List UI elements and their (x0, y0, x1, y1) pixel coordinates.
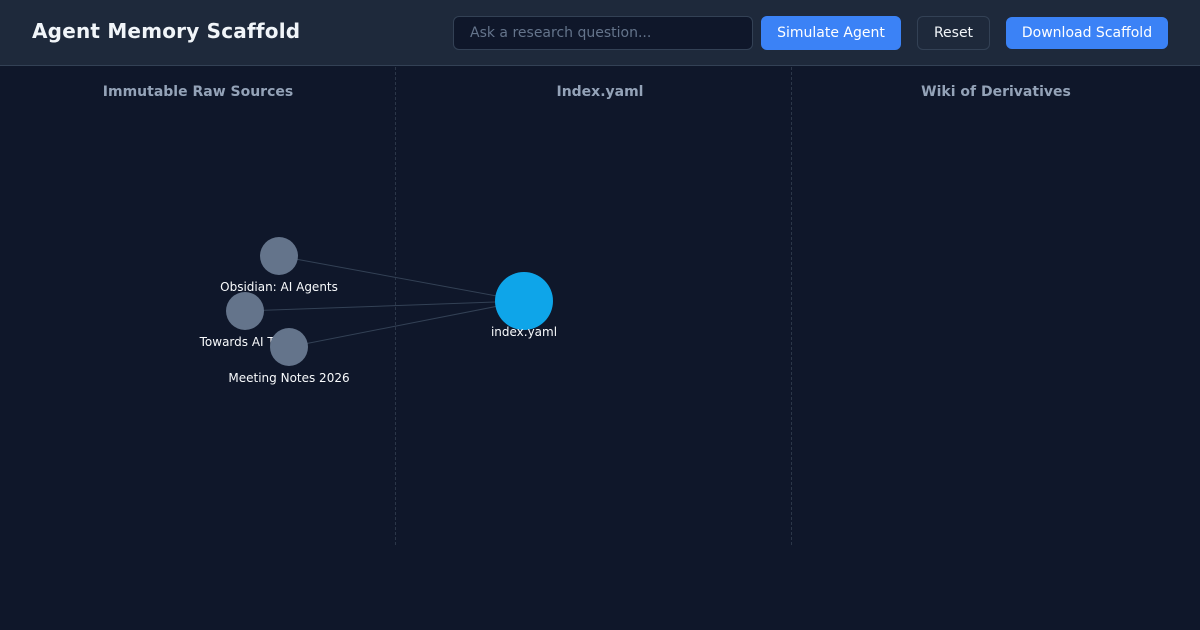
graph-node-index[interactable]: index.yaml (491, 272, 557, 339)
graph-node-label: index.yaml (491, 325, 557, 339)
graph-node-src1[interactable]: Obsidian: AI Agents (220, 237, 338, 294)
source-node-circle[interactable] (270, 328, 308, 366)
memory-graph: Obsidian: AI AgentsTowards AI TalkMeetin… (199, 237, 557, 385)
index-node-circle[interactable] (495, 272, 553, 330)
graph-nodes: Obsidian: AI AgentsTowards AI TalkMeetin… (199, 237, 557, 385)
graph-node-label: Obsidian: AI Agents (220, 280, 338, 294)
source-node-circle[interactable] (260, 237, 298, 275)
graph-node-label: Meeting Notes 2026 (228, 371, 349, 385)
source-node-circle[interactable] (226, 292, 264, 330)
graph-edge-src1-index (278, 255, 525, 302)
